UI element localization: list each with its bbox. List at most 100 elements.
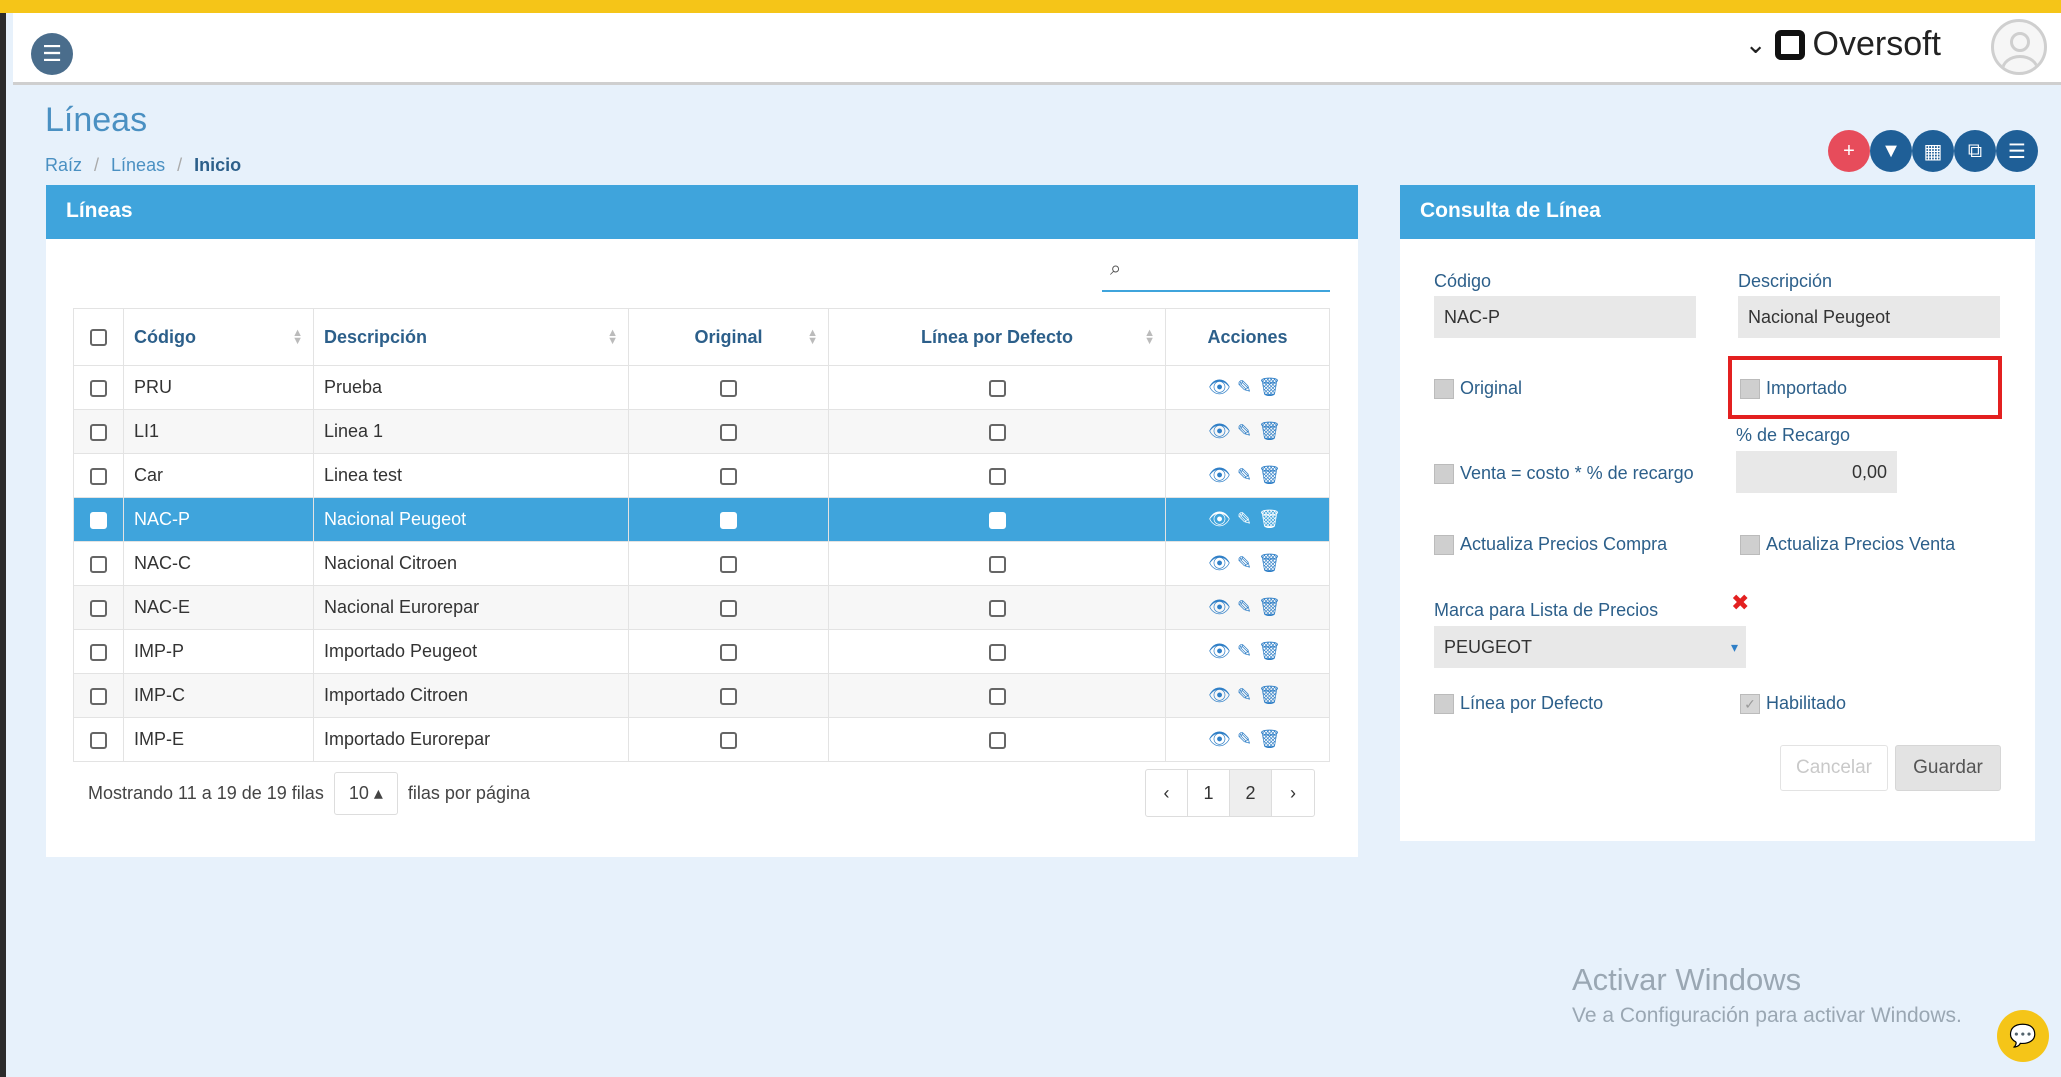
original-row-checkbox[interactable] (720, 599, 737, 617)
search-box[interactable]: ⌕ (1102, 252, 1330, 292)
row-checkbox[interactable] (90, 467, 107, 485)
default-row-checkbox[interactable] (988, 687, 1006, 705)
table-row[interactable]: PRU Prueba 👁✎🗑 (73, 365, 1330, 410)
row-checkbox[interactable] (90, 643, 107, 661)
table-row[interactable]: NAC-C Nacional Citroen 👁✎🗑 (73, 541, 1330, 586)
trash-icon[interactable]: 🗑 (1258, 597, 1287, 617)
chat-icon[interactable]: 💬 (1997, 1010, 2049, 1062)
trash-icon[interactable]: 🗑 (1258, 553, 1287, 573)
per-page-select[interactable]: 10 ▴ (333, 772, 398, 815)
original-checkbox[interactable]: Original (1434, 378, 1522, 399)
venta-checkbox[interactable]: Venta = costo * % de recargo (1434, 463, 1694, 484)
cancel-button[interactable]: Cancelar (1780, 745, 1888, 791)
eye-icon[interactable]: 👁 (1208, 377, 1237, 397)
original-row-checkbox[interactable] (720, 643, 737, 661)
row-checkbox[interactable] (90, 687, 107, 705)
original-row-checkbox[interactable] (720, 687, 737, 705)
original-row-checkbox[interactable] (720, 423, 737, 441)
original-row-checkbox[interactable] (720, 555, 737, 573)
page-2[interactable]: 2 (1230, 770, 1272, 816)
row-checkbox[interactable] (90, 511, 107, 529)
trash-icon[interactable]: 🗑 (1258, 421, 1287, 441)
default-row-checkbox[interactable] (988, 555, 1006, 573)
save-button[interactable]: Guardar (1895, 745, 2001, 791)
act-compra-checkbox[interactable]: Actualiza Precios Compra (1434, 534, 1667, 555)
row-checkbox[interactable] (90, 599, 107, 617)
table-row[interactable]: LI1 Linea 1 👁✎🗑 (73, 409, 1330, 454)
edit-icon[interactable]: ✎ (1237, 641, 1258, 661)
eye-icon[interactable]: 👁 (1208, 597, 1237, 617)
default-row-checkbox[interactable] (988, 379, 1006, 397)
col-descripcion[interactable]: Descripción ▲ ▼ (313, 308, 629, 366)
act-venta-checkbox[interactable]: Actualiza Precios Venta (1740, 534, 1955, 555)
eye-icon[interactable]: 👁 (1208, 421, 1237, 441)
trash-icon[interactable]: 🗑 (1258, 641, 1287, 661)
copy-icon[interactable]: ⧉ (1954, 130, 1996, 172)
edit-icon[interactable]: ✎ (1237, 729, 1258, 749)
default-row-checkbox[interactable] (988, 731, 1006, 749)
eye-icon[interactable]: 👁 (1208, 641, 1237, 661)
chevron-down-icon[interactable]: ⌄ (1745, 29, 1767, 60)
edit-icon[interactable]: ✎ (1237, 685, 1258, 705)
select-all-checkbox[interactable] (90, 329, 107, 347)
eye-icon[interactable]: 👁 (1208, 729, 1237, 749)
habilitado-checkbox[interactable]: ✓ Habilitado (1740, 693, 1846, 714)
default-row-checkbox[interactable] (988, 643, 1006, 661)
row-checkbox[interactable] (90, 379, 107, 397)
row-checkbox[interactable] (90, 555, 107, 573)
edit-icon[interactable]: ✎ (1237, 553, 1258, 573)
page-next[interactable]: › (1272, 770, 1314, 816)
table-row[interactable]: Car Linea test 👁✎🗑 (73, 453, 1330, 498)
trash-icon[interactable]: 🗑 (1258, 729, 1287, 749)
filter-icon[interactable]: ▼ (1870, 130, 1912, 172)
original-row-checkbox[interactable] (720, 467, 737, 485)
avatar[interactable] (1991, 19, 2047, 75)
edit-icon[interactable]: ✎ (1237, 597, 1258, 617)
clear-icon[interactable]: ✖ (1731, 590, 1749, 616)
eye-icon[interactable]: 👁 (1208, 553, 1237, 573)
col-original[interactable]: Original ▲ ▼ (628, 308, 829, 366)
breadcrumb-lineas[interactable]: Líneas (111, 155, 165, 176)
page-1[interactable]: 1 (1188, 770, 1230, 816)
marca-select[interactable]: PEUGEOT ▾ (1434, 626, 1746, 668)
trash-icon[interactable]: 🗑 (1258, 377, 1287, 397)
table-row[interactable]: IMP-E Importado Eurorepar 👁✎🗑 (73, 717, 1330, 762)
default-row-checkbox[interactable] (988, 511, 1006, 529)
list-icon[interactable]: ☰ (1996, 130, 2038, 172)
edit-icon[interactable]: ✎ (1237, 421, 1258, 441)
default-row-checkbox[interactable] (988, 599, 1006, 617)
edit-icon[interactable]: ✎ (1237, 509, 1258, 529)
recargo-field[interactable]: 0,00 (1736, 451, 1897, 493)
descripcion-field[interactable]: Nacional Peugeot (1738, 296, 2000, 338)
row-checkbox[interactable] (90, 731, 107, 749)
add-icon[interactable]: + (1828, 130, 1870, 172)
codigo-field[interactable]: NAC-P (1434, 296, 1696, 338)
table-row[interactable]: NAC-E Nacional Eurorepar 👁✎🗑 (73, 585, 1330, 630)
eye-icon[interactable]: 👁 (1208, 685, 1237, 705)
page-prev[interactable]: ‹ (1146, 770, 1188, 816)
original-row-checkbox[interactable] (720, 379, 737, 397)
col-codigo[interactable]: Código ▲ ▼ (123, 308, 314, 366)
row-checkbox[interactable] (90, 423, 107, 441)
row-actions: 👁✎🗑 (1165, 453, 1330, 498)
original-row-checkbox[interactable] (720, 731, 737, 749)
linea-defecto-checkbox[interactable]: Línea por Defecto (1434, 693, 1603, 714)
table-row[interactable]: IMP-C Importado Citroen 👁✎🗑 (73, 673, 1330, 718)
table-row[interactable]: NAC-P Nacional Peugeot 👁✎🗑 (73, 497, 1330, 542)
breadcrumb-root[interactable]: Raíz (45, 155, 82, 176)
edit-icon[interactable]: ✎ (1237, 377, 1258, 397)
trash-icon[interactable]: 🗑 (1258, 509, 1287, 529)
default-row-checkbox[interactable] (988, 467, 1006, 485)
eye-icon[interactable]: 👁 (1208, 465, 1237, 485)
menu-icon[interactable]: ☰ (31, 33, 73, 75)
default-row-checkbox[interactable] (988, 423, 1006, 441)
grid-icon[interactable]: ▦ (1912, 130, 1954, 172)
eye-icon[interactable]: 👁 (1208, 509, 1237, 529)
table-row[interactable]: IMP-P Importado Peugeot 👁✎🗑 (73, 629, 1330, 674)
col-linea-defecto[interactable]: Línea por Defecto ▲ ▼ (828, 308, 1166, 366)
edit-icon[interactable]: ✎ (1237, 465, 1258, 485)
row-default (828, 409, 1166, 454)
trash-icon[interactable]: 🗑 (1258, 465, 1287, 485)
original-row-checkbox[interactable] (720, 511, 737, 529)
trash-icon[interactable]: 🗑 (1258, 685, 1287, 705)
